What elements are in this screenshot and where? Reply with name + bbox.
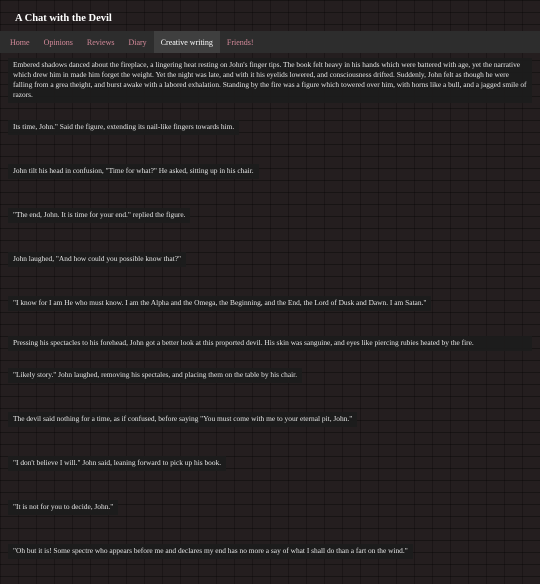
- story-paragraph: Its time, John." Said the figure, extend…: [8, 120, 240, 135]
- story-paragraph: John tilt his head in confusion, "Time f…: [8, 164, 259, 179]
- story-content: Embered shadows danced about the firepla…: [8, 58, 532, 584]
- story-paragraph: "I don't believe I will." John said, lea…: [8, 456, 227, 471]
- story-paragraph: "I know for I am He who must know. I am …: [8, 296, 432, 311]
- nav-item-home[interactable]: Home: [0, 31, 37, 53]
- site-header: A Chat with the Devil: [0, 0, 540, 31]
- story-paragraph: "Oh but it is! Some spectre who appears …: [8, 544, 413, 559]
- nav-item-creative-writing[interactable]: Creative writing: [153, 31, 220, 53]
- page-title: A Chat with the Devil: [15, 13, 112, 24]
- story-paragraph: "Likely story." John laughed, removing h…: [8, 368, 303, 383]
- nav-bar: Home Opinions Reviews Diary Creative wri…: [0, 31, 540, 53]
- nav-item-reviews[interactable]: Reviews: [80, 31, 122, 53]
- nav-item-friends[interactable]: Friends!: [220, 31, 261, 53]
- story-paragraph: Embered shadows danced about the firepla…: [8, 58, 532, 103]
- nav-item-opinions[interactable]: Opinions: [37, 31, 80, 53]
- story-paragraph: John laughed, "And how could you possibl…: [8, 252, 186, 267]
- story-paragraph: "It is not for you to decide, John.": [8, 500, 119, 515]
- story-paragraph: The devil said nothing for a time, as if…: [8, 412, 358, 427]
- story-paragraph: "The end, John. It is time for your end.…: [8, 208, 191, 223]
- nav-item-diary[interactable]: Diary: [121, 31, 153, 53]
- story-paragraph: Pressing his spectacles to his forehead,…: [8, 336, 532, 351]
